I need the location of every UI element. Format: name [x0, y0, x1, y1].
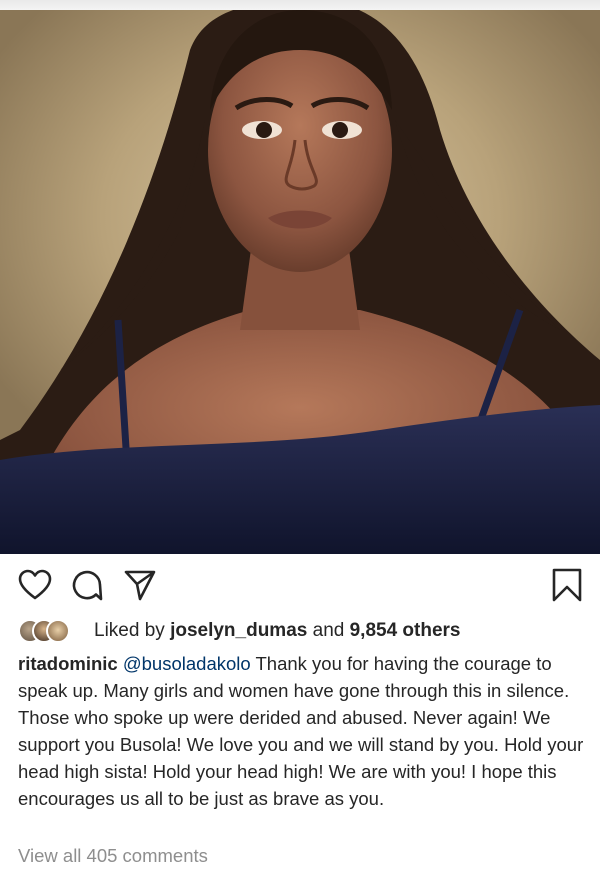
- heart-outline-icon[interactable]: [18, 568, 52, 602]
- comment-bubble-icon[interactable]: [70, 568, 104, 602]
- liker-username-link[interactable]: joselyn_dumas: [170, 620, 307, 641]
- caption-mention-link[interactable]: @busoladakolo: [123, 653, 251, 674]
- caption-text: Thank you for having the courage to spea…: [18, 653, 584, 809]
- status-bar: [0, 0, 600, 10]
- view-all-comments-link[interactable]: View all 405 comments: [18, 845, 208, 867]
- caption-username-link[interactable]: ritadominic: [18, 653, 118, 674]
- likes-joiner: and: [312, 620, 345, 641]
- avatar: [46, 619, 70, 643]
- liker-avatars: [18, 618, 88, 644]
- likes-summary[interactable]: Liked by joselyn_dumas and 9,854 others: [18, 618, 588, 644]
- likes-count-link[interactable]: 9,854 others: [350, 620, 461, 641]
- likes-prefix: Liked by: [94, 620, 165, 641]
- post-action-bar: [0, 554, 600, 616]
- post-image[interactable]: [0, 10, 600, 554]
- bookmark-icon[interactable]: [550, 568, 584, 602]
- paper-plane-icon[interactable]: [123, 568, 157, 602]
- post-caption: ritadominic @busoladakolo Thank you for …: [18, 650, 584, 812]
- portrait-photo: [0, 10, 600, 554]
- likes-text: Liked by joselyn_dumas and 9,854 others: [94, 620, 461, 642]
